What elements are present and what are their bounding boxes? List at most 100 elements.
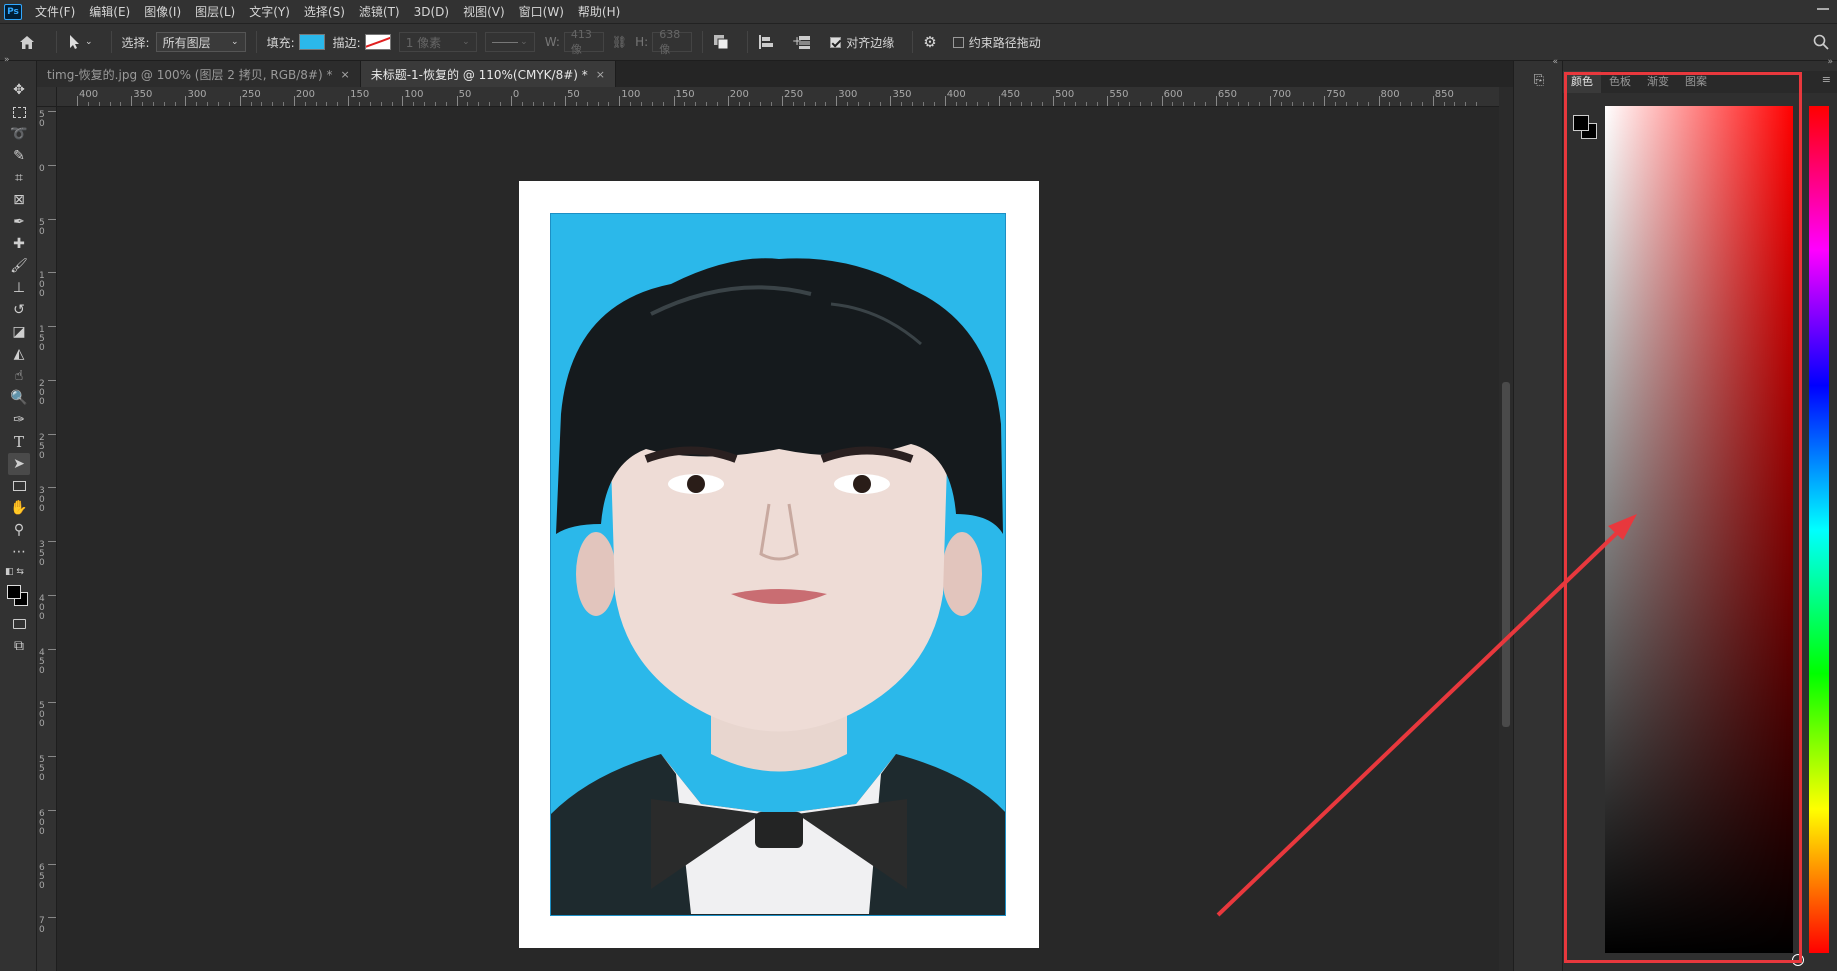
menu-item[interactable]: 3D(D) (407, 0, 456, 24)
ruler-minor-tick (1454, 102, 1456, 106)
menu-item[interactable]: 选择(S) (297, 0, 352, 24)
width-input[interactable]: 413 像 (563, 28, 604, 56)
collapse-panel-icon[interactable]: » (1827, 57, 1833, 67)
panel-menu-icon[interactable]: ≡ (1822, 73, 1831, 86)
home-button[interactable] (16, 31, 38, 53)
path-selection-tool-icon[interactable]: ➤ (8, 453, 30, 475)
collapse-toolbar-icon[interactable]: » (4, 55, 10, 65)
eraser-tool-icon[interactable]: ◪ (8, 321, 30, 343)
stroke-type-dropdown[interactable]: ⌄ (484, 32, 535, 52)
zoom-tool-icon[interactable]: ⚲ (8, 519, 30, 541)
fg-bg-color-selector[interactable] (1571, 113, 1601, 143)
rectangular-marquee-tool-icon[interactable] (8, 101, 30, 123)
select-layers-dropdown[interactable]: 所有图层 ⌄ (155, 32, 246, 52)
separator (912, 31, 914, 53)
close-icon[interactable]: × (340, 68, 349, 81)
hue-slider[interactable] (1809, 106, 1829, 953)
align-edges-checkbox[interactable]: 对齐边缘 (830, 34, 894, 51)
menu-item[interactable]: 编辑(E) (82, 0, 137, 24)
screen-mode-icon[interactable]: ⧉ (8, 635, 30, 657)
pen-tool-icon[interactable]: ✑ (8, 409, 30, 431)
menu-item[interactable]: 图层(L) (188, 0, 242, 24)
history-brush-tool-icon[interactable]: ↺ (8, 299, 30, 321)
panel-tab[interactable]: 图案 (1677, 71, 1715, 93)
height-input[interactable]: 638 像 (652, 28, 693, 56)
tab-untitled[interactable]: 未标题-1-恢复的 @ 110%(CMYK/8#) * × (360, 61, 616, 87)
ruler-minor-tick (738, 102, 740, 106)
vertical-ruler[interactable]: 5 0 0 5 0 1 0 0 1 5 0 2 0 0 2 5 0 3 0 0 3 5 0 4 0… (37, 107, 57, 971)
type-tool-icon[interactable]: T (8, 431, 30, 453)
foreground-color-swatch[interactable] (1573, 115, 1589, 131)
rectangle-tool-icon[interactable] (8, 475, 30, 497)
clone-stamp-tool-icon[interactable]: ⊥ (8, 277, 30, 299)
tab-timg[interactable]: timg-恢复的.jpg @ 100% (图层 2 拷贝, RGB/8#) * … (37, 61, 361, 87)
panel-tab[interactable]: 颜色 (1563, 71, 1601, 93)
menu-item[interactable]: 帮助(H) (571, 0, 627, 24)
ruler-minor-tick (120, 102, 122, 106)
history-panel-icon[interactable]: ⎘ (1530, 73, 1548, 91)
close-icon[interactable]: × (596, 68, 605, 81)
separator (702, 31, 704, 53)
constrain-path-checkbox[interactable]: 约束路径拖动 (952, 34, 1041, 51)
color-panel: » 颜色 色板 渐变 图案 ≡ (1563, 57, 1837, 971)
scrollbar-thumb[interactable] (1502, 382, 1510, 727)
collapse-panels-icon[interactable]: « (1552, 57, 1558, 67)
panel-tab[interactable]: 色板 (1601, 71, 1639, 93)
menu-item[interactable]: 文件(F) (28, 0, 82, 24)
color-picker-handle[interactable] (1792, 954, 1804, 966)
menu-item[interactable]: 图像(I) (137, 0, 188, 24)
paint-bucket-tool-icon[interactable]: ◭ (8, 343, 30, 365)
lasso-tool-icon[interactable]: ➰ (8, 123, 30, 145)
path-alignment-button[interactable] (758, 34, 774, 50)
healing-brush-tool-icon[interactable]: ✚ (8, 233, 30, 255)
saturation-value-field[interactable] (1605, 106, 1804, 966)
ruler-tick (348, 96, 350, 106)
ruler-tick (48, 756, 56, 757)
ruler-minor-tick (467, 102, 469, 106)
swap-colors-icon[interactable]: ◧ ⇆ (5, 567, 24, 577)
ruler-tick (48, 326, 56, 327)
menu-item[interactable]: 窗口(W) (512, 0, 571, 24)
quick-selection-tool-icon[interactable]: ✎ (8, 145, 30, 167)
ruler-tick (1053, 96, 1055, 106)
more-tools-icon[interactable]: ⋯ (8, 541, 30, 563)
foreground-color-swatch[interactable] (7, 585, 21, 599)
hand-tool-icon[interactable]: ✋ (8, 497, 30, 519)
ruler-minor-tick (196, 102, 198, 106)
ruler-minor-tick (424, 102, 426, 106)
ruler-minor-tick (912, 102, 914, 106)
quick-mask-icon[interactable] (8, 613, 30, 635)
stroke-width-field[interactable]: 1 像素 ⌄ (398, 32, 477, 52)
settings-gear-button[interactable]: ⚙ (923, 33, 936, 51)
smudge-tool-icon[interactable]: ☝ (8, 365, 30, 387)
h-label: H: (635, 35, 649, 49)
document-canvas[interactable] (519, 181, 1039, 948)
fill-color-swatch[interactable] (298, 34, 325, 50)
portrait-illustration (551, 258, 1005, 915)
path-arrangement-button[interactable]: + (792, 34, 812, 50)
separator (747, 31, 749, 53)
vertical-scrollbar[interactable] (1499, 87, 1513, 971)
minimize-icon[interactable] (1817, 8, 1829, 10)
ruler-minor-tick (543, 102, 545, 106)
menu-item[interactable]: 视图(V) (456, 0, 512, 24)
menu-item[interactable]: 文字(Y) (242, 0, 297, 24)
horizontal-ruler[interactable]: 400 350 300 250 200 150 100 50 0 50 100 150 200 250 30… (57, 87, 1499, 107)
panel-tab[interactable]: 渐变 (1639, 71, 1677, 93)
menu-item[interactable]: 滤镜(T) (352, 0, 407, 24)
frame-tool-icon[interactable]: ⊠ (8, 189, 30, 211)
search-button[interactable] (1813, 34, 1829, 53)
dodge-tool-icon[interactable]: 🔍 (8, 387, 30, 409)
ruler-minor-tick (500, 102, 501, 106)
tool-preset-picker[interactable]: ⌄ (67, 34, 93, 50)
stroke-color-swatch[interactable] (364, 34, 391, 50)
ruler-tick (48, 917, 56, 919)
move-tool-icon[interactable]: ✥ (8, 79, 30, 101)
crop-tool-icon[interactable]: ⌗ (8, 167, 30, 189)
path-operations-button[interactable] (713, 34, 729, 50)
ruler-tick (48, 272, 56, 274)
eyedropper-tool-icon[interactable]: ✒ (8, 211, 30, 233)
brush-tool-icon[interactable]: 🖌 (8, 255, 30, 277)
link-icon[interactable]: ⛓ (612, 35, 627, 49)
ruler-tick (48, 809, 56, 811)
